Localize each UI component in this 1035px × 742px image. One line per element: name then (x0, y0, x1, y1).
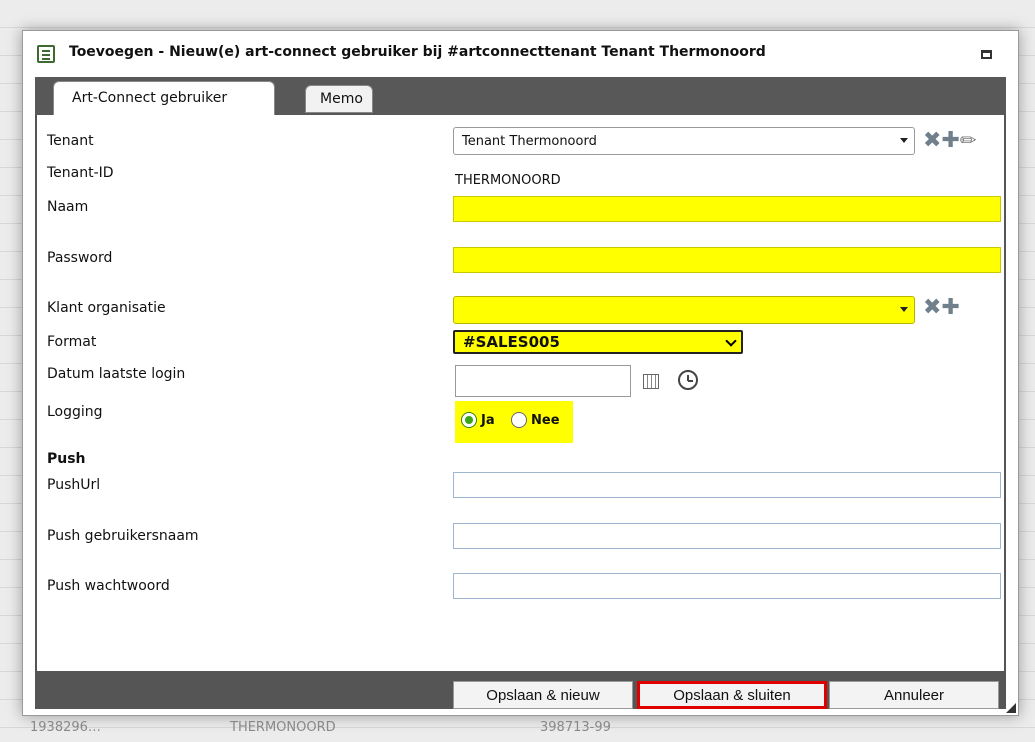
add-icon[interactable]: ✚ (941, 128, 959, 153)
maximize-icon[interactable] (981, 50, 992, 59)
naam-field[interactable] (453, 196, 1001, 222)
add-icon[interactable]: ✚ (941, 295, 959, 320)
tab-memo[interactable]: Memo (305, 85, 373, 113)
push-heading: Push (47, 451, 86, 467)
save-close-button[interactable]: Opslaan & sluiten (637, 681, 827, 709)
datum-laatste-login-input[interactable] (455, 365, 631, 397)
tenant-id-value: THERMONOORD (455, 173, 561, 188)
clock-icon[interactable] (678, 370, 698, 390)
clear-icon[interactable]: ✖ (923, 295, 941, 320)
push-wachtwoord-field[interactable] (453, 573, 1001, 599)
tab-art-connect-gebruiker[interactable]: Art-Connect gebruiker (53, 81, 275, 115)
dialog-titlebar: Toevoegen - Nieuw(e) art-connect gebruik… (23, 31, 1018, 75)
background-row-num: 398713-99 (540, 720, 611, 735)
push-gebruikersnaam-field[interactable] (453, 523, 1001, 549)
pushurl-field[interactable] (453, 472, 1001, 498)
form-panel: Tenant Tenant Thermonoord ✖✚✏ Tenant-ID … (35, 115, 1006, 671)
save-new-button[interactable]: Opslaan & nieuw (453, 681, 633, 709)
datum-laatste-login-label: Datum laatste login (47, 366, 186, 382)
resize-grip-icon[interactable] (1006, 703, 1016, 713)
klant-organisatie-select[interactable] (453, 296, 915, 324)
dialog-title: Toevoegen - Nieuw(e) art-connect gebruik… (69, 44, 766, 60)
logging-ja-radio[interactable] (461, 412, 477, 428)
logging-label: Logging (47, 404, 103, 420)
tenant-id-label: Tenant-ID (47, 165, 114, 181)
tenant-label: Tenant (47, 133, 94, 149)
chevron-down-icon (725, 335, 737, 347)
dialog-footer: Opslaan & nieuw Opslaan & sluiten Annule… (35, 671, 1006, 709)
push-wachtwoord-label: Push wachtwoord (47, 578, 170, 594)
background-row-code: THERMONOORD (230, 720, 336, 735)
dropdown-caret-icon (900, 307, 908, 312)
logging-radio-group: Ja Nee (455, 401, 573, 443)
pushurl-label: PushUrl (47, 477, 101, 493)
background-row-id: 1938296… (30, 720, 101, 735)
calendar-icon[interactable] (643, 374, 659, 389)
cancel-button[interactable]: Annuleer (829, 681, 999, 709)
logging-nee-radio[interactable] (511, 412, 527, 428)
push-gebruikersnaam-label: Push gebruikersnaam (47, 528, 199, 544)
klant-organisatie-label: Klant organisatie (47, 300, 166, 316)
format-select[interactable]: #SALES005 (453, 330, 743, 354)
klant-actions: ✖✚ (923, 297, 960, 319)
edit-pencil-icon[interactable]: ✏ (960, 128, 977, 152)
format-value: #SALES005 (463, 333, 560, 351)
format-label: Format (47, 334, 97, 350)
dropdown-caret-icon (900, 138, 908, 143)
tenant-actions: ✖✚✏ (923, 129, 977, 152)
naam-label: Naam (47, 199, 89, 215)
password-field[interactable] (453, 247, 1001, 273)
tab-bar: Art-Connect gebruiker Memo (35, 77, 1006, 115)
clear-icon[interactable]: ✖ (923, 128, 941, 153)
form-icon (37, 45, 55, 63)
add-user-dialog: Toevoegen - Nieuw(e) art-connect gebruik… (22, 30, 1019, 716)
password-label: Password (47, 250, 113, 266)
logging-ja-label: Ja (481, 413, 495, 428)
tenant-select-value: Tenant Thermonoord (462, 134, 597, 149)
logging-nee-label: Nee (531, 413, 560, 428)
tenant-select[interactable]: Tenant Thermonoord (453, 127, 915, 155)
